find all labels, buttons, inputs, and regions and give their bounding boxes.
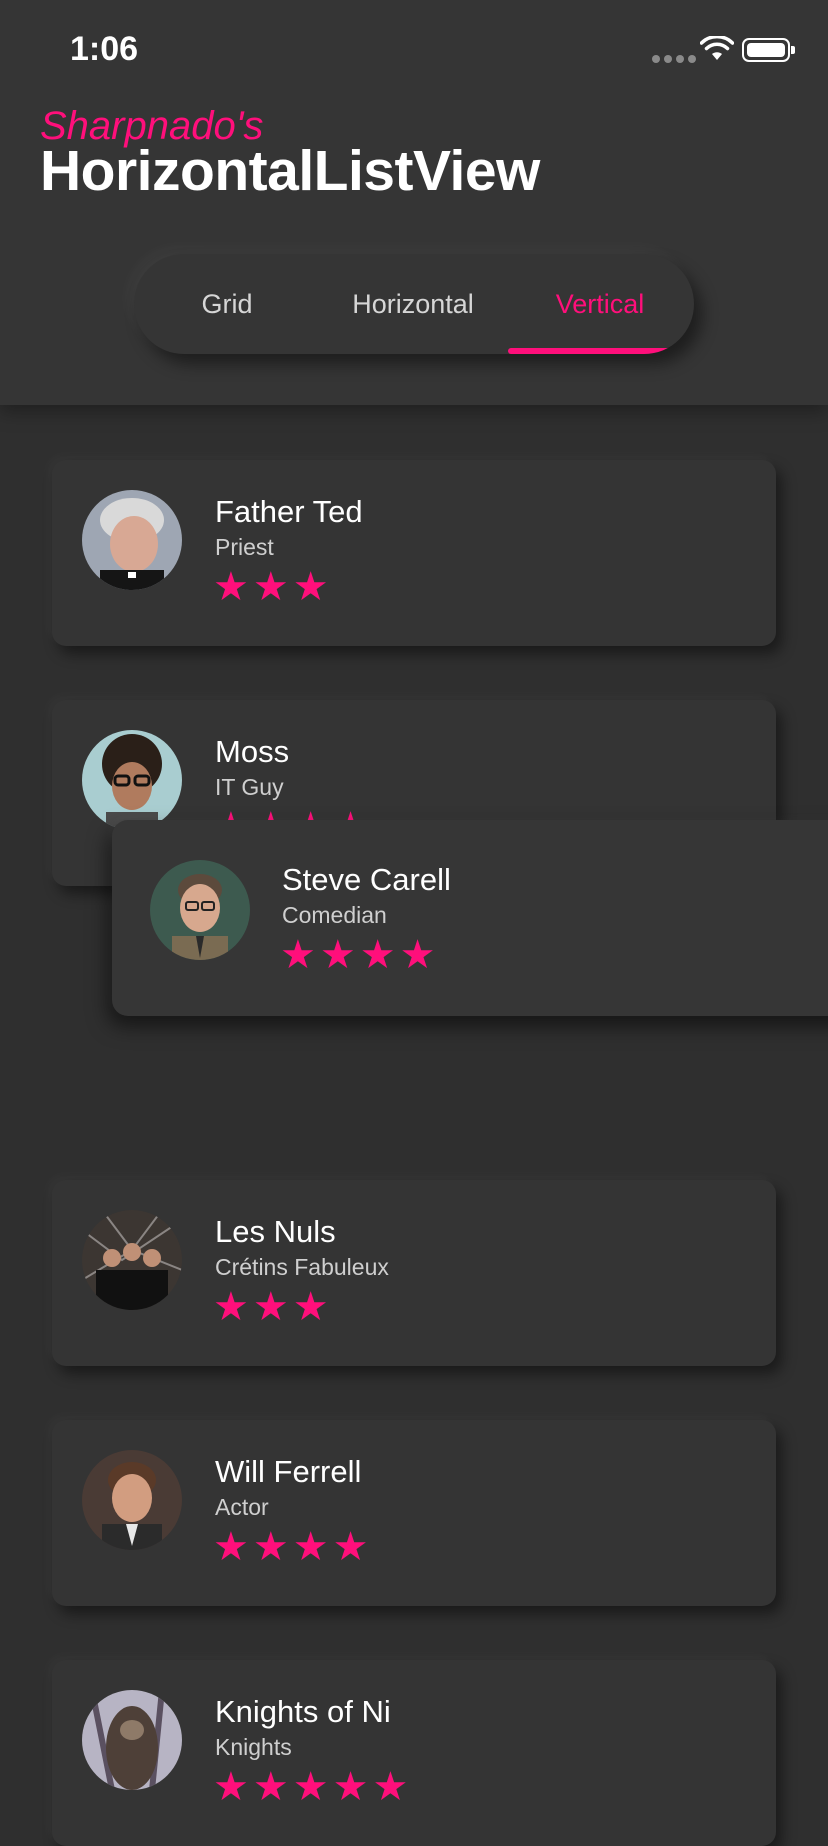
cellular-signal-icon <box>652 55 696 63</box>
item-name: Les Nuls <box>215 1214 336 1249</box>
list-item[interactable]: Father Ted Priest ★★★ <box>52 460 776 646</box>
item-role: IT Guy <box>215 774 284 800</box>
tab-bar: Grid Horizontal Vertical <box>134 254 694 354</box>
tab-horizontal[interactable]: Horizontal <box>320 254 506 354</box>
tab-selected-indicator <box>508 348 684 354</box>
item-name: Moss <box>215 734 290 769</box>
list-item[interactable]: Les Nuls Crétins Fabuleux ★★★ <box>52 1180 776 1366</box>
item-name: Steve Carell <box>282 862 451 897</box>
item-role: Actor <box>215 1494 269 1520</box>
status-time: 1:06 <box>70 30 139 68</box>
status-bar: 1:06 <box>0 0 828 100</box>
list-item[interactable]: Will Ferrell Actor ★★★★ <box>52 1420 776 1606</box>
tab-vertical[interactable]: Vertical <box>506 254 694 354</box>
item-name: Will Ferrell <box>215 1454 362 1489</box>
avatar <box>150 860 250 960</box>
rating-stars-icon: ★★★★ <box>280 933 440 977</box>
avatar <box>82 1210 182 1310</box>
app-header: 1:06 Sharpnado's HorizontalListView Grid… <box>0 0 828 405</box>
rating-stars-icon: ★★★★★ <box>213 1765 413 1809</box>
item-role: Crétins Fabuleux <box>215 1254 389 1280</box>
item-name: Father Ted <box>215 494 363 529</box>
battery-icon <box>742 38 795 62</box>
tab-grid[interactable]: Grid <box>134 254 320 354</box>
list-item[interactable]: Knights of Ni Knights ★★★★★ <box>52 1660 776 1846</box>
wifi-icon <box>700 36 734 60</box>
dragged-list-item[interactable]: Steve Carell Comedian ★★★★ <box>112 820 828 1016</box>
page-title: HorizontalListView <box>40 139 540 203</box>
avatar <box>82 490 182 590</box>
avatar <box>82 1450 182 1550</box>
item-role: Comedian <box>282 902 387 928</box>
avatar <box>82 1690 182 1790</box>
item-role: Knights <box>215 1734 292 1760</box>
avatar <box>82 730 182 830</box>
item-role: Priest <box>215 534 274 560</box>
rating-stars-icon: ★★★★ <box>213 1525 373 1569</box>
rating-stars-icon: ★★★ <box>213 1285 333 1329</box>
rating-stars-icon: ★★★ <box>213 565 333 609</box>
item-name: Knights of Ni <box>215 1694 391 1729</box>
